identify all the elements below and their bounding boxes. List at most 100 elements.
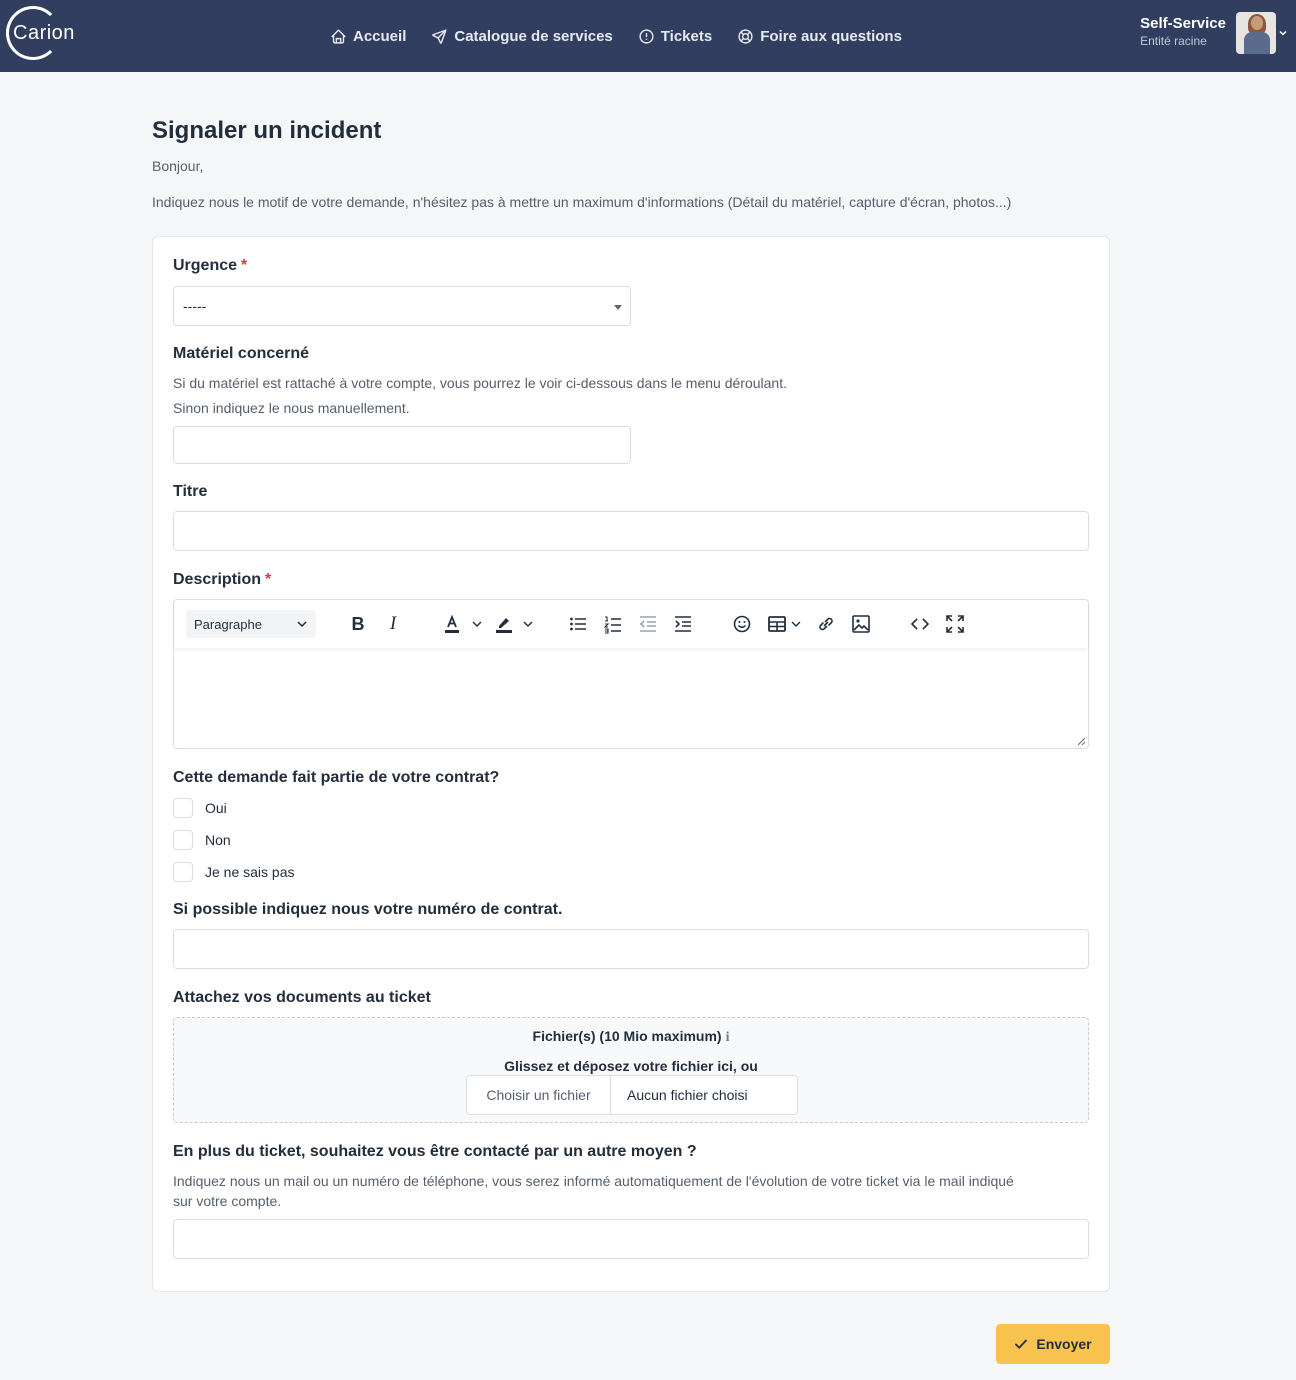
- send-icon: [432, 28, 447, 44]
- urgency-label-text: Urgence: [173, 257, 238, 274]
- format-select-value: Paragraphe: [194, 617, 262, 632]
- image-icon: [852, 615, 870, 633]
- dropzone-title-text: Fichier(s) (10 Mio maximum): [532, 1028, 722, 1044]
- logo-text: Carion: [13, 22, 75, 44]
- table-button[interactable]: [765, 612, 789, 636]
- italic-button[interactable]: I: [381, 612, 405, 636]
- chevron-down-icon: [297, 621, 307, 628]
- nav-link-label: Accueil: [353, 27, 407, 45]
- material-help-line1: Si du matériel est rattaché à votre comp…: [173, 375, 787, 391]
- title-input[interactable]: [173, 511, 1089, 551]
- checkbox[interactable]: [173, 830, 193, 850]
- checkbox-label: Oui: [205, 800, 227, 816]
- code-icon: [910, 618, 930, 630]
- nav-link-label: Foire aux questions: [760, 27, 902, 45]
- text-color-icon: [445, 614, 459, 633]
- nav-link-faq[interactable]: Foire aux questions: [737, 28, 902, 45]
- highlight-color-button[interactable]: [492, 612, 516, 636]
- title-label: Titre: [173, 483, 208, 500]
- urgency-label: Urgence *: [173, 257, 247, 275]
- emoji-button[interactable]: [730, 612, 754, 636]
- contract-number-input[interactable]: [173, 929, 1089, 969]
- avatar[interactable]: [1236, 12, 1276, 54]
- nav-link-catalogue[interactable]: Catalogue de services: [431, 28, 613, 45]
- check-icon: [1015, 1339, 1028, 1349]
- checkbox-label: Non: [205, 832, 231, 848]
- description-label: Description *: [173, 571, 271, 589]
- resize-handle-icon[interactable]: [1077, 737, 1085, 745]
- contact-label: En plus du ticket, souhaitez vous être c…: [173, 1143, 697, 1160]
- fullscreen-icon: [946, 615, 964, 633]
- dropzone-instructions: Glissez et déposez votre fichier ici, ou: [504, 1058, 758, 1074]
- chevron-down-icon[interactable]: [1278, 28, 1288, 38]
- contract-label: Cette demande fait partie de votre contr…: [173, 769, 500, 786]
- user-entity: Entité racine: [1140, 34, 1207, 48]
- outdent-button[interactable]: [636, 612, 660, 636]
- contract-option-je-ne-sais-pas[interactable]: Je ne sais pas: [173, 862, 295, 882]
- description-label-text: Description: [173, 571, 262, 588]
- emoji-icon: [733, 615, 751, 633]
- source-code-button[interactable]: [908, 612, 932, 636]
- material-help-line2: Sinon indiquez le nous manuellement.: [173, 400, 410, 416]
- material-label: Matériel concerné: [173, 345, 310, 362]
- contact-help-line2: sur votre compte.: [173, 1193, 282, 1209]
- intro-text: Indiquez nous le motif de votre demande,…: [152, 194, 1012, 210]
- link-button[interactable]: [814, 612, 838, 636]
- editor-toolbar: Paragraphe B I: [174, 600, 1088, 648]
- nav-link-accueil[interactable]: Accueil: [330, 28, 406, 45]
- main-nav: Accueil Catalogue de services Tickets Fo…: [330, 0, 927, 72]
- description-editor[interactable]: Paragraphe B I: [173, 599, 1089, 749]
- checkbox-label: Je ne sais pas: [205, 864, 295, 880]
- info-icon[interactable]: i: [726, 1030, 730, 1045]
- urgency-select[interactable]: -----: [173, 286, 631, 326]
- choose-file-button[interactable]: Choisir un fichier: [467, 1076, 611, 1114]
- caret-down-icon: [614, 305, 622, 310]
- chevron-down-icon[interactable]: [790, 619, 802, 629]
- chevron-down-icon[interactable]: [471, 619, 483, 629]
- link-icon: [819, 617, 833, 631]
- required-mark: *: [241, 257, 248, 274]
- submit-label: Envoyer: [1036, 1336, 1092, 1352]
- image-button[interactable]: [849, 612, 873, 636]
- alert-circle-icon: [639, 28, 654, 44]
- home-icon: [331, 28, 346, 44]
- checkbox[interactable]: [173, 862, 193, 882]
- attachments-label: Attachez vos documents au ticket: [173, 989, 431, 1006]
- avatar-body: [1244, 32, 1270, 54]
- material-input[interactable]: [173, 426, 631, 464]
- nav-link-tickets[interactable]: Tickets: [638, 28, 712, 45]
- dropzone-title: Fichier(s) (10 Mio maximum) i: [174, 1028, 1088, 1046]
- checkbox[interactable]: [173, 798, 193, 818]
- contract-option-oui[interactable]: Oui: [173, 798, 227, 818]
- user-name: Self-Service: [1140, 15, 1226, 32]
- numbered-list-button[interactable]: [601, 612, 625, 636]
- top-navbar: Carion Accueil Catalogue de services Tic…: [0, 0, 1296, 72]
- submit-button[interactable]: Envoyer: [996, 1324, 1110, 1364]
- indent-icon: [675, 616, 691, 632]
- file-dropzone[interactable]: Fichier(s) (10 Mio maximum) i Glissez et …: [173, 1017, 1089, 1123]
- carion-logo[interactable]: Carion: [6, 6, 86, 62]
- intro-greeting: Bonjour,: [152, 158, 204, 174]
- file-input[interactable]: Choisir un fichier Aucun fichier choisi: [466, 1075, 798, 1115]
- avatar-head: [1251, 16, 1263, 30]
- table-icon: [768, 616, 786, 632]
- form-card: Urgence * ----- Matériel concerné Si du m…: [152, 236, 1110, 1292]
- text-color-button[interactable]: [440, 612, 464, 636]
- contact-input[interactable]: [173, 1219, 1089, 1259]
- outdent-icon: [639, 616, 656, 632]
- fullscreen-button[interactable]: [943, 612, 967, 636]
- chevron-down-icon[interactable]: [522, 619, 534, 629]
- lifebuoy-icon: [738, 28, 753, 44]
- file-status: Aucun fichier choisi: [627, 1087, 748, 1103]
- format-select[interactable]: Paragraphe: [186, 610, 316, 638]
- bullet-list-button[interactable]: [566, 612, 590, 636]
- urgency-selected-value: -----: [183, 298, 207, 314]
- user-menu[interactable]: Self-Service Entité racine: [1140, 15, 1226, 48]
- contact-help-line1: Indiquez nous un mail ou un numéro de té…: [173, 1173, 1014, 1189]
- highlighter-icon: [496, 618, 512, 633]
- contract-number-label: Si possible indiquez nous votre numéro d…: [173, 901, 563, 918]
- bold-button[interactable]: B: [346, 612, 370, 636]
- numbered-list-icon: [603, 616, 621, 634]
- indent-button[interactable]: [671, 612, 695, 636]
- contract-option-non[interactable]: Non: [173, 830, 231, 850]
